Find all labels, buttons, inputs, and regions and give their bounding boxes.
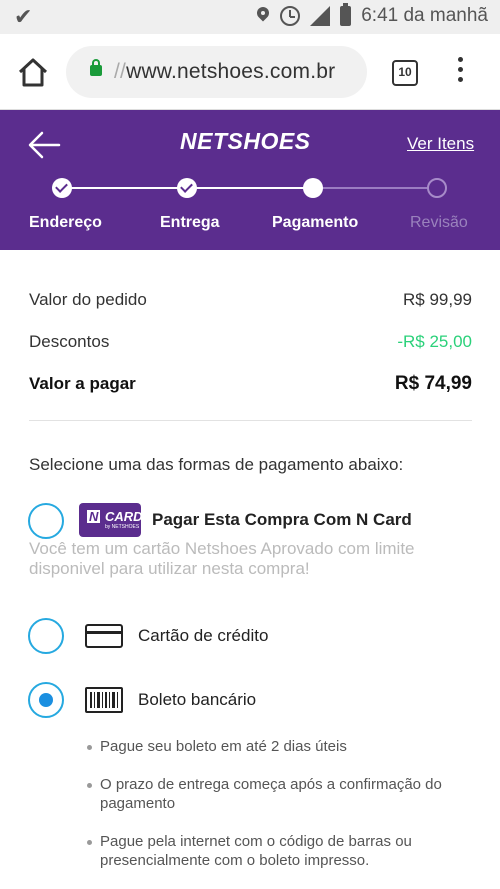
total-row: Valor a pagar R$ 74,99 bbox=[29, 373, 472, 394]
ncard-logo: N CARD by NETSHOES bbox=[79, 503, 143, 537]
step-label-entrega: Entrega bbox=[160, 214, 220, 231]
location-icon bbox=[256, 7, 270, 25]
lock-icon bbox=[90, 59, 102, 76]
tabs-button[interactable]: 10 bbox=[392, 60, 418, 86]
netshoes-logo: NETSHOES bbox=[180, 128, 311, 154]
boleto-info-list: Pague seu boleto em até 2 dias úteis O p… bbox=[86, 737, 466, 889]
step-label-pagamento: Pagamento bbox=[272, 214, 359, 231]
payment-title: Selecione uma das formas de pagamento ab… bbox=[29, 455, 404, 474]
checkmark-icon: ✔ bbox=[14, 4, 33, 29]
list-item: O prazo de entrega começa após a confirm… bbox=[86, 775, 466, 813]
total-value: R$ 74,99 bbox=[394, 373, 472, 394]
list-item: Pague pela internet com o código de barr… bbox=[86, 832, 466, 870]
ver-itens-link[interactable]: Ver Itens bbox=[407, 134, 474, 154]
order-value-row: Valor do pedido R$ 99,99 bbox=[29, 290, 472, 310]
checkout-header: NETSHOES Ver Itens Endereço Entrega Paga… bbox=[0, 110, 500, 250]
status-right: 6:41 da manhã bbox=[256, 3, 488, 27]
list-item: Pague seu boleto em até 2 dias úteis bbox=[86, 737, 466, 756]
progress-track bbox=[62, 187, 437, 189]
step-entrega-check-icon bbox=[177, 178, 197, 198]
discount-row: Descontos -R$ 25,00 bbox=[29, 332, 472, 352]
boleto-option-label[interactable]: Boleto bancário bbox=[138, 690, 256, 710]
credit-card-option-label[interactable]: Cartão de crédito bbox=[138, 626, 268, 646]
total-label: Valor a pagar bbox=[29, 374, 136, 393]
browser-toolbar: //www.netshoes.com.br 10 bbox=[0, 34, 500, 110]
ncard-option-label[interactable]: Pagar Esta Compra Com N Card bbox=[152, 510, 412, 530]
address-bar[interactable]: //www.netshoes.com.br bbox=[66, 46, 367, 98]
status-bar: ✔ 6:41 da manhã bbox=[0, 0, 500, 34]
battery-icon bbox=[340, 3, 352, 26]
overflow-menu-icon[interactable] bbox=[455, 57, 465, 87]
step-label-revisao: Revisão bbox=[410, 214, 468, 231]
ncard-radio[interactable] bbox=[28, 503, 64, 539]
back-arrow-icon[interactable] bbox=[27, 130, 61, 160]
ncard-description: Você tem um cartão Netshoes Aprovado com… bbox=[29, 539, 415, 578]
step-endereco-check-icon bbox=[52, 178, 72, 198]
signal-icon bbox=[310, 6, 331, 26]
boleto-radio[interactable] bbox=[28, 682, 64, 718]
credit-card-radio[interactable] bbox=[28, 618, 64, 654]
discount-label: Descontos bbox=[29, 332, 110, 351]
step-label-endereco: Endereço bbox=[29, 214, 102, 231]
barcode-icon bbox=[85, 687, 123, 713]
url-text[interactable]: //www.netshoes.com.br bbox=[114, 60, 335, 84]
credit-card-icon bbox=[85, 624, 123, 648]
order-value-label: Valor do pedido bbox=[29, 290, 147, 309]
divider bbox=[29, 420, 472, 421]
home-icon[interactable] bbox=[16, 56, 50, 88]
discount-value: -R$ 25,00 bbox=[397, 332, 472, 351]
step-revisao-dot bbox=[427, 178, 447, 198]
clock: 6:41 da manhã bbox=[361, 5, 488, 26]
step-pagamento-dot bbox=[303, 178, 323, 198]
alarm-icon bbox=[280, 6, 301, 26]
order-value: R$ 99,99 bbox=[403, 290, 472, 309]
